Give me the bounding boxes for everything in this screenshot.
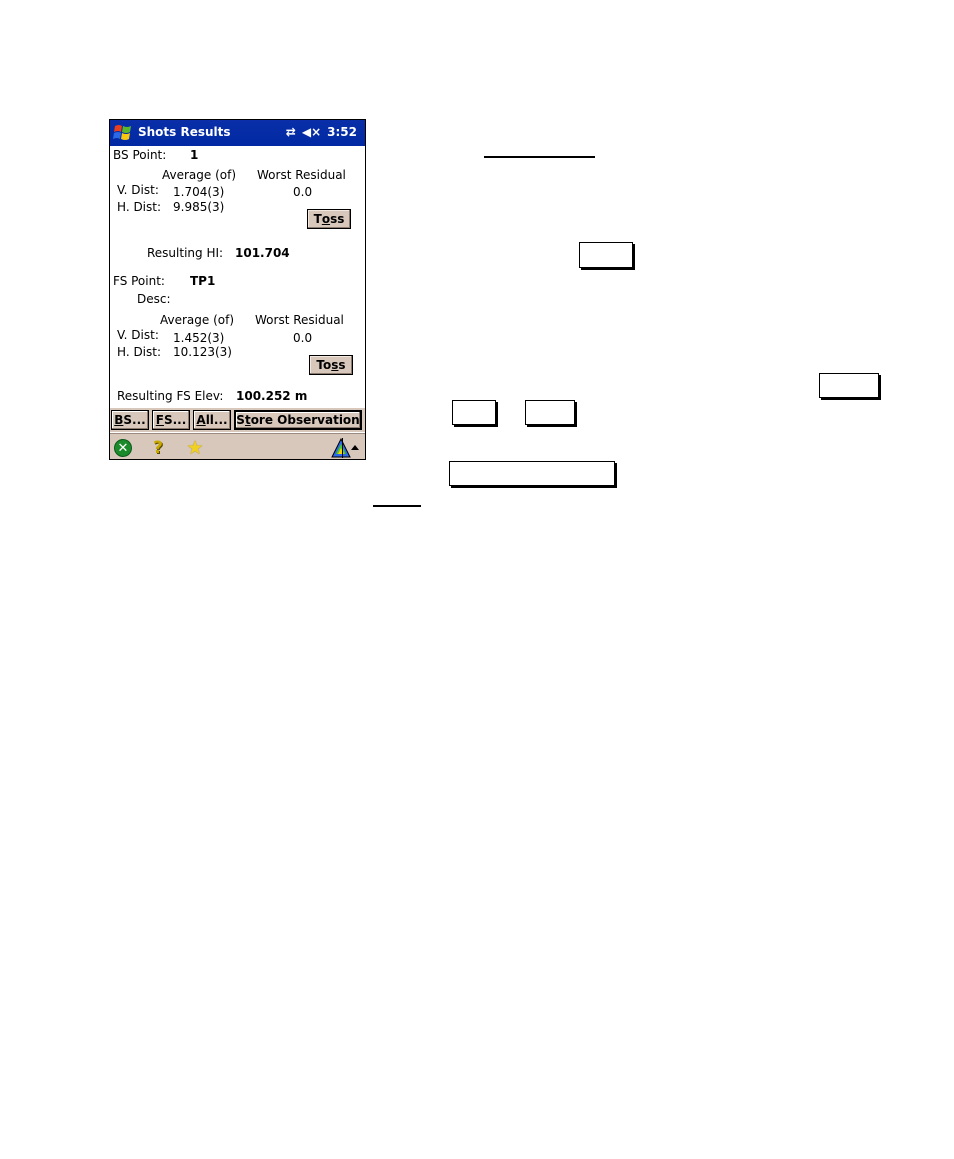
fs-point-value: TP1 bbox=[190, 274, 216, 288]
blank-underline-1 bbox=[484, 156, 595, 158]
speaker-muted-icon[interactable]: ◀× bbox=[302, 125, 321, 139]
resulting-fs-elev-label: Resulting FS Elev: bbox=[117, 389, 224, 403]
fs-button-accel: F bbox=[155, 413, 164, 427]
bs-residual-header: Worst Residual bbox=[257, 168, 346, 182]
fs-button[interactable]: F S... bbox=[152, 410, 190, 430]
bs-toss-label-suffix: ss bbox=[330, 212, 345, 226]
resulting-hi-label: Resulting HI: bbox=[147, 246, 224, 260]
key-box-5 bbox=[449, 461, 615, 486]
bs-toss-label-accel: o bbox=[321, 212, 331, 226]
shots-results-screenshot: Shots Results ⇄ ◀× 3:52 BS Point: 1 Aver… bbox=[109, 119, 366, 460]
bs-average-header: Average (of) bbox=[162, 168, 237, 182]
key-box-3 bbox=[452, 400, 496, 425]
store-observation-button[interactable]: St ore Observation bbox=[234, 410, 362, 430]
all-button-rest: ll... bbox=[205, 413, 228, 427]
survey-app-icon[interactable] bbox=[331, 438, 351, 458]
connectivity-icon[interactable]: ⇄ bbox=[286, 125, 296, 139]
fs-residual-header: Worst Residual bbox=[255, 313, 344, 327]
store-button-prefix: S bbox=[236, 413, 245, 427]
resulting-fs-elev-value: 100.252 m bbox=[236, 389, 308, 403]
bs-point-value: 1 bbox=[190, 148, 199, 162]
bs-button-accel: B bbox=[114, 413, 124, 427]
help-icon[interactable]: ? bbox=[148, 438, 168, 458]
fs-vdist-residual: 0.0 bbox=[293, 331, 313, 345]
taskbar-separator bbox=[342, 438, 343, 458]
bs-hdist-value: 9.985(3) bbox=[173, 200, 225, 214]
results-content: BS Point: 1 Average (of) Worst Residual … bbox=[110, 146, 365, 434]
bs-button-rest: S... bbox=[123, 413, 146, 427]
fs-vdist-value: 1.452(3) bbox=[173, 331, 225, 345]
fs-desc-label: Desc: bbox=[137, 292, 171, 306]
bs-point-label: BS Point: bbox=[113, 148, 167, 162]
windows-start-icon[interactable] bbox=[112, 122, 134, 144]
clock[interactable]: 3:52 bbox=[327, 125, 357, 139]
star-glyph: ★ bbox=[186, 437, 204, 459]
bs-vdist-label: V. Dist: bbox=[117, 183, 159, 197]
close-icon[interactable]: ✕ bbox=[113, 438, 133, 458]
store-button-rest: ore Observation bbox=[250, 413, 360, 427]
input-panel-arrow-icon[interactable] bbox=[351, 445, 359, 450]
bs-vdist-residual: 0.0 bbox=[293, 185, 313, 199]
fs-hdist-value: 10.123(3) bbox=[173, 345, 232, 359]
close-glyph: ✕ bbox=[114, 439, 132, 457]
bs-toss-label-prefix: T bbox=[313, 212, 322, 226]
window-title: Shots Results bbox=[138, 125, 231, 139]
fs-toss-button[interactable]: To s s bbox=[309, 355, 353, 375]
bs-button[interactable]: B S... bbox=[111, 410, 149, 430]
fs-button-rest: S... bbox=[163, 413, 187, 427]
action-button-bar: B S... F S... All... St ore Observation bbox=[110, 408, 365, 432]
favorites-star-icon[interactable]: ★ bbox=[185, 437, 205, 459]
bs-vdist-value: 1.704(3) bbox=[173, 185, 225, 199]
fs-vdist-label: V. Dist: bbox=[117, 328, 159, 342]
fs-point-label: FS Point: bbox=[113, 274, 165, 288]
fs-toss-label-prefix: To bbox=[316, 358, 332, 372]
fs-hdist-label: H. Dist: bbox=[117, 345, 162, 359]
key-box-4 bbox=[525, 400, 575, 425]
resulting-hi-value: 101.704 bbox=[235, 246, 290, 260]
title-bar: Shots Results ⇄ ◀× 3:52 bbox=[110, 120, 365, 146]
bs-hdist-label: H. Dist: bbox=[117, 200, 162, 214]
help-glyph: ? bbox=[153, 438, 163, 458]
taskbar: ✕ ? ★ bbox=[110, 433, 365, 459]
fs-toss-label-suffix: s bbox=[338, 358, 346, 372]
key-box-1 bbox=[579, 242, 633, 268]
bs-toss-button[interactable]: To ss bbox=[307, 209, 351, 229]
all-button[interactable]: All... bbox=[193, 410, 231, 430]
key-box-2 bbox=[819, 373, 879, 398]
blank-underline-2 bbox=[373, 505, 421, 507]
fs-toss-label-accel: s bbox=[331, 358, 339, 372]
fs-average-header: Average (of) bbox=[160, 313, 235, 327]
all-button-accel: A bbox=[196, 413, 206, 427]
